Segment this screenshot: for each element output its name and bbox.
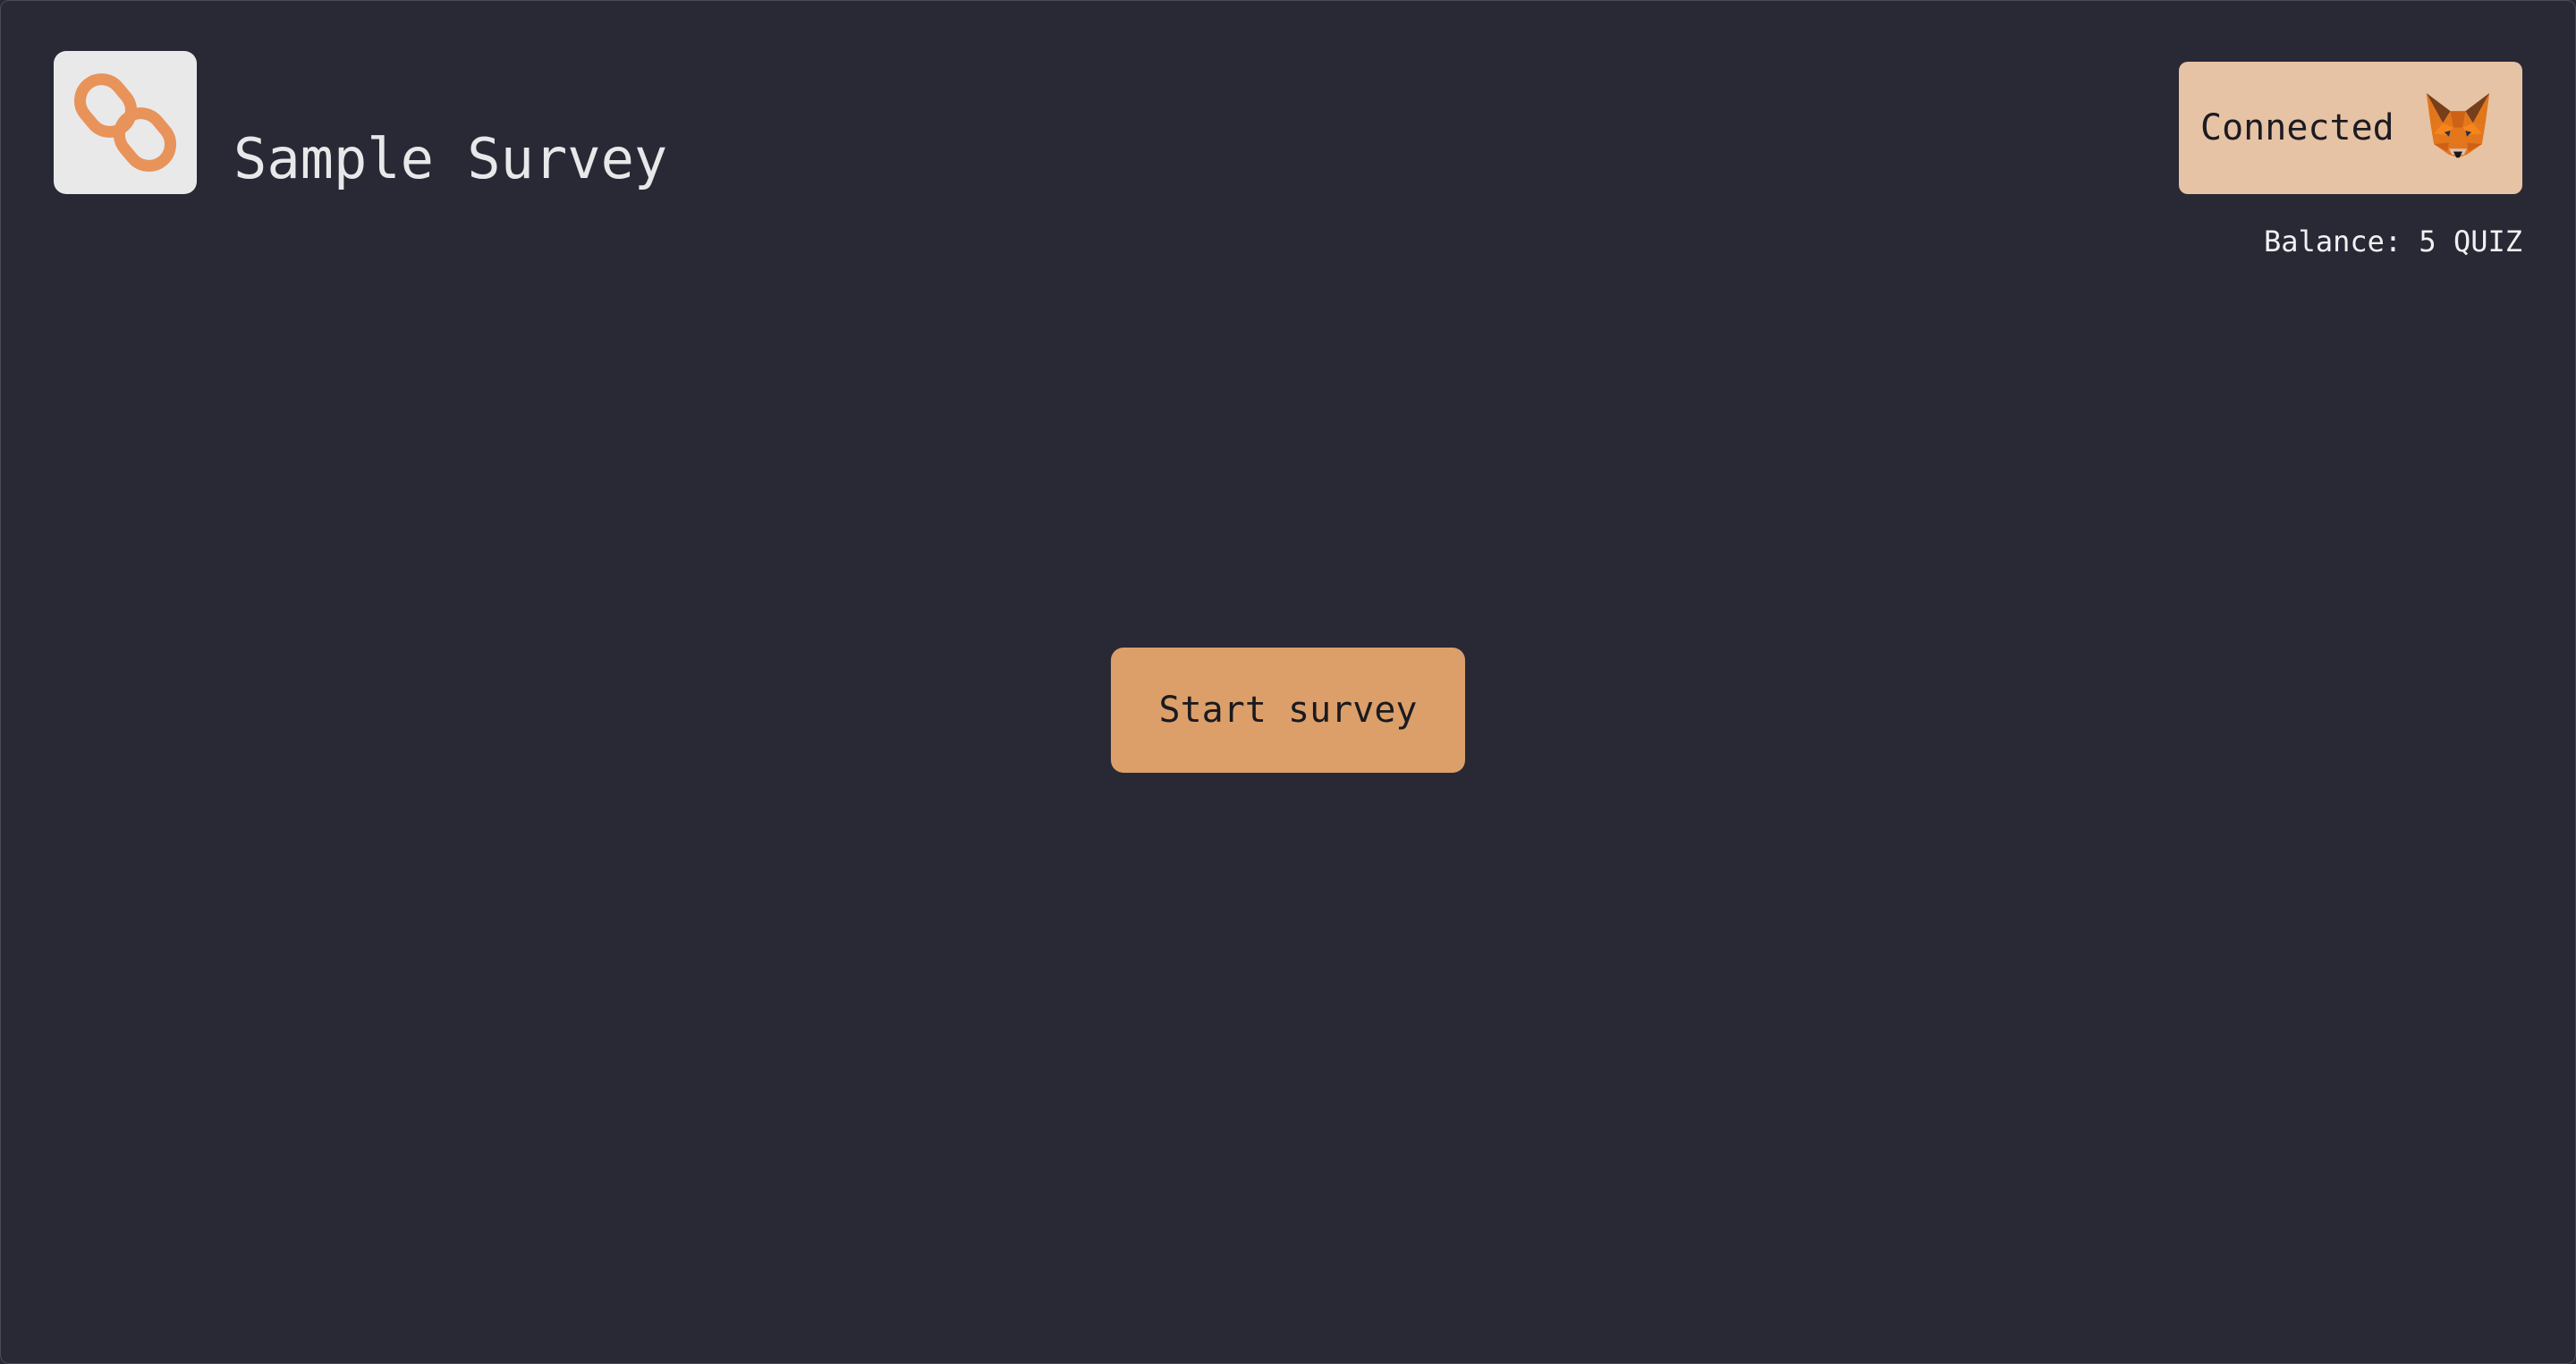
metamask-fox-icon [2426, 93, 2490, 158]
page-title: Sample Survey [233, 126, 668, 191]
app-logo [54, 51, 197, 194]
token-balance: Balance: 5 QUIZ [2264, 225, 2522, 258]
start-survey-button[interactable]: Start survey [1111, 648, 1465, 773]
wallet-status-label: Connected [2200, 107, 2394, 148]
chain-link-icon [74, 73, 176, 172]
wallet-connect-button[interactable]: Connected [2179, 62, 2522, 194]
